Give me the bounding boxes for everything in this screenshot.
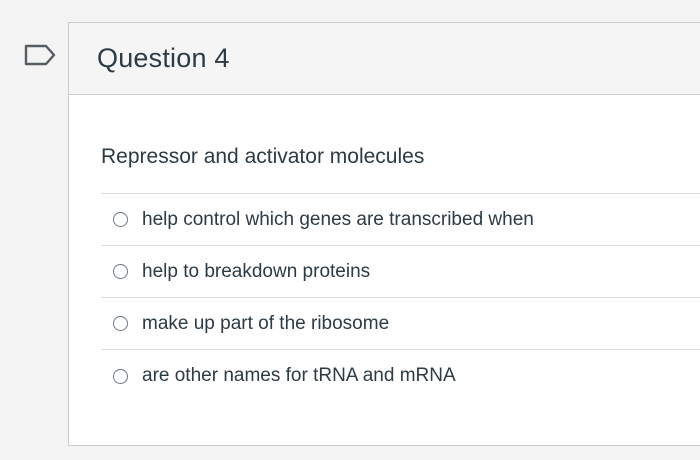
radio-button[interactable]: [113, 316, 128, 331]
answer-label[interactable]: help to breakdown proteins: [142, 261, 370, 283]
answer-option[interactable]: help control which genes are transcribed…: [101, 194, 700, 246]
question-header: Question 4: [69, 23, 700, 95]
radio-button[interactable]: [113, 368, 128, 384]
answer-option[interactable]: help to breakdown proteins: [101, 246, 700, 298]
answer-list: help control which genes are transcribed…: [101, 193, 700, 402]
flag-question-icon[interactable]: [24, 44, 56, 66]
radio-button[interactable]: [113, 264, 128, 279]
question-text: Repressor and activator molecules: [101, 145, 425, 168]
answer-option[interactable]: are other names for tRNA and mRNA: [101, 350, 700, 402]
answer-label[interactable]: help control which genes are transcribed…: [142, 209, 534, 231]
answer-label[interactable]: are other names for tRNA and mRNA: [142, 365, 456, 387]
question-card: Question 4 Repressor and activator molec…: [68, 22, 700, 446]
question-title: Question 4: [97, 43, 230, 73]
radio-button[interactable]: [113, 212, 128, 227]
answer-option[interactable]: make up part of the ribosome: [101, 298, 700, 350]
answer-label[interactable]: make up part of the ribosome: [142, 313, 389, 335]
question-body: Repressor and activator molecules help c…: [69, 145, 700, 402]
